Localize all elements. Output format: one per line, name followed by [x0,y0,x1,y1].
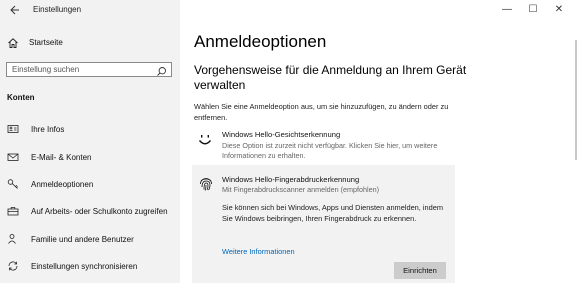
sidebar-item-anmeldeoptionen[interactable]: Anmeldeoptionen [7,178,93,190]
sidebar-item-label: E-Mail- & Konten [31,152,92,162]
sidebar-item-label: Auf Arbeits- oder Schulkonto zugreifen [31,206,168,216]
sidebar-item-label: Ihre Infos [31,124,65,134]
sync-icon [7,260,19,272]
face-icon [197,132,213,148]
briefcase-icon [7,205,19,217]
person-card-icon [7,123,19,135]
sidebar-item-email-konten[interactable]: E-Mail- & Konten [7,151,91,163]
option-title: Windows Hello-Gesichtserkennung [222,130,341,139]
search-icon[interactable] [156,64,167,76]
sidebar-item-ihre-infos[interactable]: Ihre Infos [7,123,64,135]
search-box[interactable] [6,62,172,77]
scrollbar[interactable] [572,0,580,283]
scrollbar-thumb[interactable] [575,40,577,160]
home-icon [7,36,19,48]
sidebar-item-sync[interactable]: Einstellungen synchronisieren [7,260,137,272]
sidebar-item-arbeits-schulkonto[interactable]: Auf Arbeits- oder Schulkonto zugreifen [7,205,168,217]
page-title: Anmeldeoptionen [194,32,327,51]
intro-text: Wählen Sie eine Anmeldeoption aus, um si… [194,102,449,122]
sidebar-item-label: Anmeldeoptionen [31,179,94,189]
window-controls: — ☐ ✕ [494,3,572,17]
nav-home[interactable]: Startseite [7,36,63,48]
section-title: Vorgehensweise für die Anmeldung an Ihre… [194,63,467,92]
mail-icon [7,151,19,163]
option-fingerprint[interactable]: Windows Hello-Fingerabdruckerkennung Mit… [192,165,455,283]
fingerprint-icon [198,176,214,192]
option-title: Windows Hello-Fingerabdruckerkennung [222,175,360,184]
back-arrow-icon[interactable] [8,4,22,18]
section-heading-konten: Konten [7,93,35,102]
option-description: Diese Option ist zurzeit nicht verfügbar… [222,141,438,160]
maximize-button[interactable]: ☐ [520,3,546,17]
window-title: Einstellungen [33,5,82,14]
person-add-icon [7,233,19,245]
sidebar: Einstellungen Startseite Konten Ihre Inf… [0,0,180,283]
option-body: Sie können sich bei Windows, Apps und Di… [222,203,444,223]
close-button[interactable]: ✕ [546,3,572,17]
key-icon [7,178,19,190]
search-input[interactable] [7,63,152,76]
setup-button[interactable]: Einrichten [394,262,446,279]
sidebar-item-label: Familie und andere Benutzer [31,234,134,244]
sidebar-item-label: Einstellungen synchronisieren [31,261,138,271]
more-info-link[interactable]: Weitere Informationen [222,247,295,256]
sidebar-item-familie[interactable]: Familie und andere Benutzer [7,233,134,245]
main-content: — ☐ ✕ Anmeldeoptionen Vorgehensweise für… [180,0,580,283]
home-label: Startseite [29,37,63,47]
option-subtitle: Mit Fingerabdruckscanner anmelden (empfo… [222,185,380,194]
minimize-button[interactable]: — [494,3,520,17]
